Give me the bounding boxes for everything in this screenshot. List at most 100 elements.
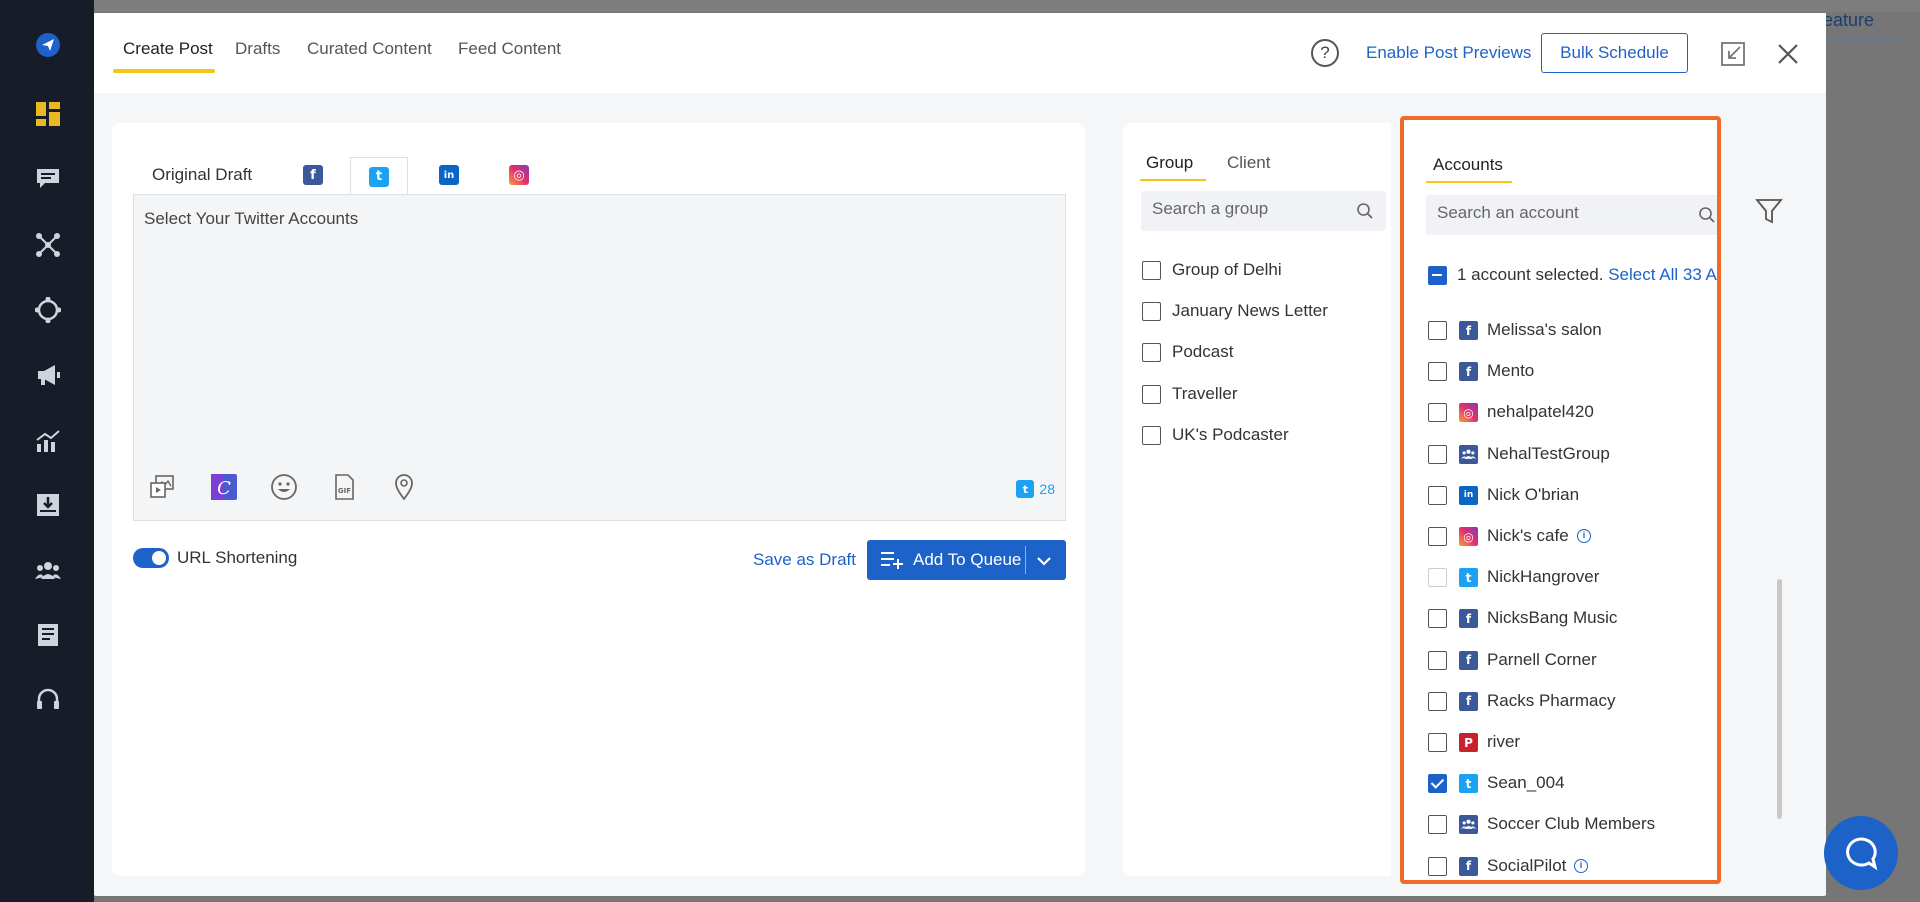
account-list-scrollbar[interactable] [1777,579,1782,819]
account-checkbox[interactable] [1428,485,1447,505]
background-feature-link: eature [1822,10,1874,30]
svg-text:C: C [217,478,231,499]
support-chat-button[interactable] [1824,816,1898,890]
close-icon[interactable] [1775,41,1801,67]
account-row[interactable]: f Racks Pharmacy [1428,690,1708,714]
tab-feed-content[interactable]: Feed Content [458,39,561,59]
inbox-icon[interactable] [35,492,61,518]
account-row[interactable]: t Sean_004 [1428,772,1708,796]
account-row[interactable]: f Melissa's salon [1428,319,1708,343]
account-row[interactable]: f Parnell Corner [1428,649,1708,673]
account-search [1426,195,1717,235]
crosshair-icon[interactable] [35,297,61,323]
group-search-input[interactable] [1152,199,1342,219]
account-row[interactable]: NehalTestGroup [1428,443,1708,467]
chevron-down-icon[interactable] [1035,552,1053,570]
select-all-accounts-link[interactable]: Select All 33 Accounts [1608,265,1717,284]
search-icon[interactable] [1356,202,1374,220]
megaphone-icon[interactable] [35,362,61,388]
select-all-checkbox[interactable] [1428,266,1447,285]
group-checkbox[interactable] [1142,261,1161,280]
media-upload-icon[interactable] [148,473,176,501]
account-row[interactable]: ◎ Nick's cafe i [1428,525,1708,549]
info-icon[interactable]: i [1577,529,1591,543]
info-icon[interactable]: i [1574,858,1588,873]
post-text-editor[interactable]: Select Your Twitter Accounts C GIF t 28 [133,194,1066,521]
account-row[interactable]: Soccer Club Members [1428,813,1708,837]
add-to-queue-label: Add To Queue [913,550,1022,569]
group-tab-underline [1140,179,1206,181]
group-checkbox[interactable] [1142,385,1161,404]
tab-curated-content[interactable]: Curated Content [307,39,432,59]
pinterest-icon: P [1459,733,1478,752]
account-checkbox[interactable] [1428,650,1447,670]
facebook-icon: f [1459,650,1478,670]
tab-linkedin[interactable]: in [420,157,478,193]
account-name: Sean_004 [1487,773,1565,793]
team-icon[interactable] [35,557,61,583]
chat-icon[interactable] [35,166,61,192]
account-row[interactable]: f NicksBang Music [1428,607,1708,631]
account-checkbox[interactable] [1428,774,1447,794]
analytics-icon[interactable] [35,428,61,454]
account-search-input[interactable] [1437,203,1627,223]
account-checkbox[interactable] [1428,527,1447,546]
send-icon[interactable] [35,32,61,58]
account-name: Nick O'brian [1487,484,1580,504]
support-icon[interactable] [35,687,61,713]
emoji-icon[interactable] [270,473,298,501]
account-row[interactable]: ◎ nehalpatel420 [1428,401,1708,425]
group-checkbox[interactable] [1142,343,1161,362]
tab-create-post[interactable]: Create Post [123,39,213,59]
enable-post-previews-link[interactable]: Enable Post Previews [1366,43,1531,63]
group-checkbox[interactable] [1142,302,1161,321]
bulk-schedule-button[interactable]: Bulk Schedule [1541,33,1688,73]
account-row[interactable]: f SocialPilot i [1428,855,1708,879]
account-checkbox[interactable] [1428,609,1447,629]
tab-group[interactable]: Group [1146,153,1193,173]
tab-facebook[interactable]: f [284,157,342,193]
content-icon[interactable] [35,622,61,648]
canva-icon[interactable]: C [210,473,238,501]
post-editor-card: Original Draft f t in ◎ Select Your Twit… [112,123,1085,876]
dashboard-icon[interactable] [35,101,61,127]
gif-icon[interactable]: GIF [330,473,358,501]
instagram-icon: ◎ [1459,403,1478,423]
account-checkbox[interactable] [1428,403,1447,423]
account-checkbox[interactable] [1428,568,1447,588]
tab-drafts[interactable]: Drafts [235,39,280,59]
account-checkbox[interactable] [1428,691,1447,711]
account-checkbox[interactable] [1428,856,1447,876]
account-checkbox[interactable] [1428,733,1447,752]
account-checkbox[interactable] [1428,815,1447,835]
twitter-icon: t [1459,568,1478,588]
account-checkbox[interactable] [1428,362,1447,382]
account-checkbox[interactable] [1428,444,1447,464]
save-as-draft-button[interactable]: Save as Draft [753,550,856,570]
twitter-char-count: t 28 [1016,480,1055,498]
modal-header: Create Post Drafts Curated Content Feed … [94,13,1826,93]
location-icon[interactable] [390,473,418,501]
tab-accounts[interactable]: Accounts [1433,155,1503,175]
group-checkbox[interactable] [1142,426,1161,445]
tab-instagram[interactable]: ◎ [490,157,548,193]
minimize-icon[interactable] [1720,41,1746,67]
account-checkbox[interactable] [1428,321,1447,340]
account-row[interactable]: t NickHangrover [1428,566,1708,590]
network-icon[interactable] [35,232,61,258]
help-icon[interactable]: ? [1311,39,1339,67]
url-shortening-toggle[interactable] [133,548,169,568]
tab-twitter[interactable]: t [350,157,408,195]
account-name: Racks Pharmacy [1487,690,1616,710]
group-icon [1459,815,1478,835]
filter-icon[interactable] [1754,196,1784,226]
account-name: NickHangrover [1487,567,1600,587]
button-separator [1025,546,1026,574]
account-row[interactable]: in Nick O'brian [1428,484,1708,508]
editor-placeholder: Select Your Twitter Accounts [144,209,359,228]
account-row[interactable]: f Mento [1428,360,1708,384]
account-row[interactable]: Priver [1428,731,1708,755]
tab-client[interactable]: Client [1227,153,1270,173]
add-to-queue-button[interactable]: Add To Queue [867,540,1066,580]
search-icon[interactable] [1698,206,1716,224]
